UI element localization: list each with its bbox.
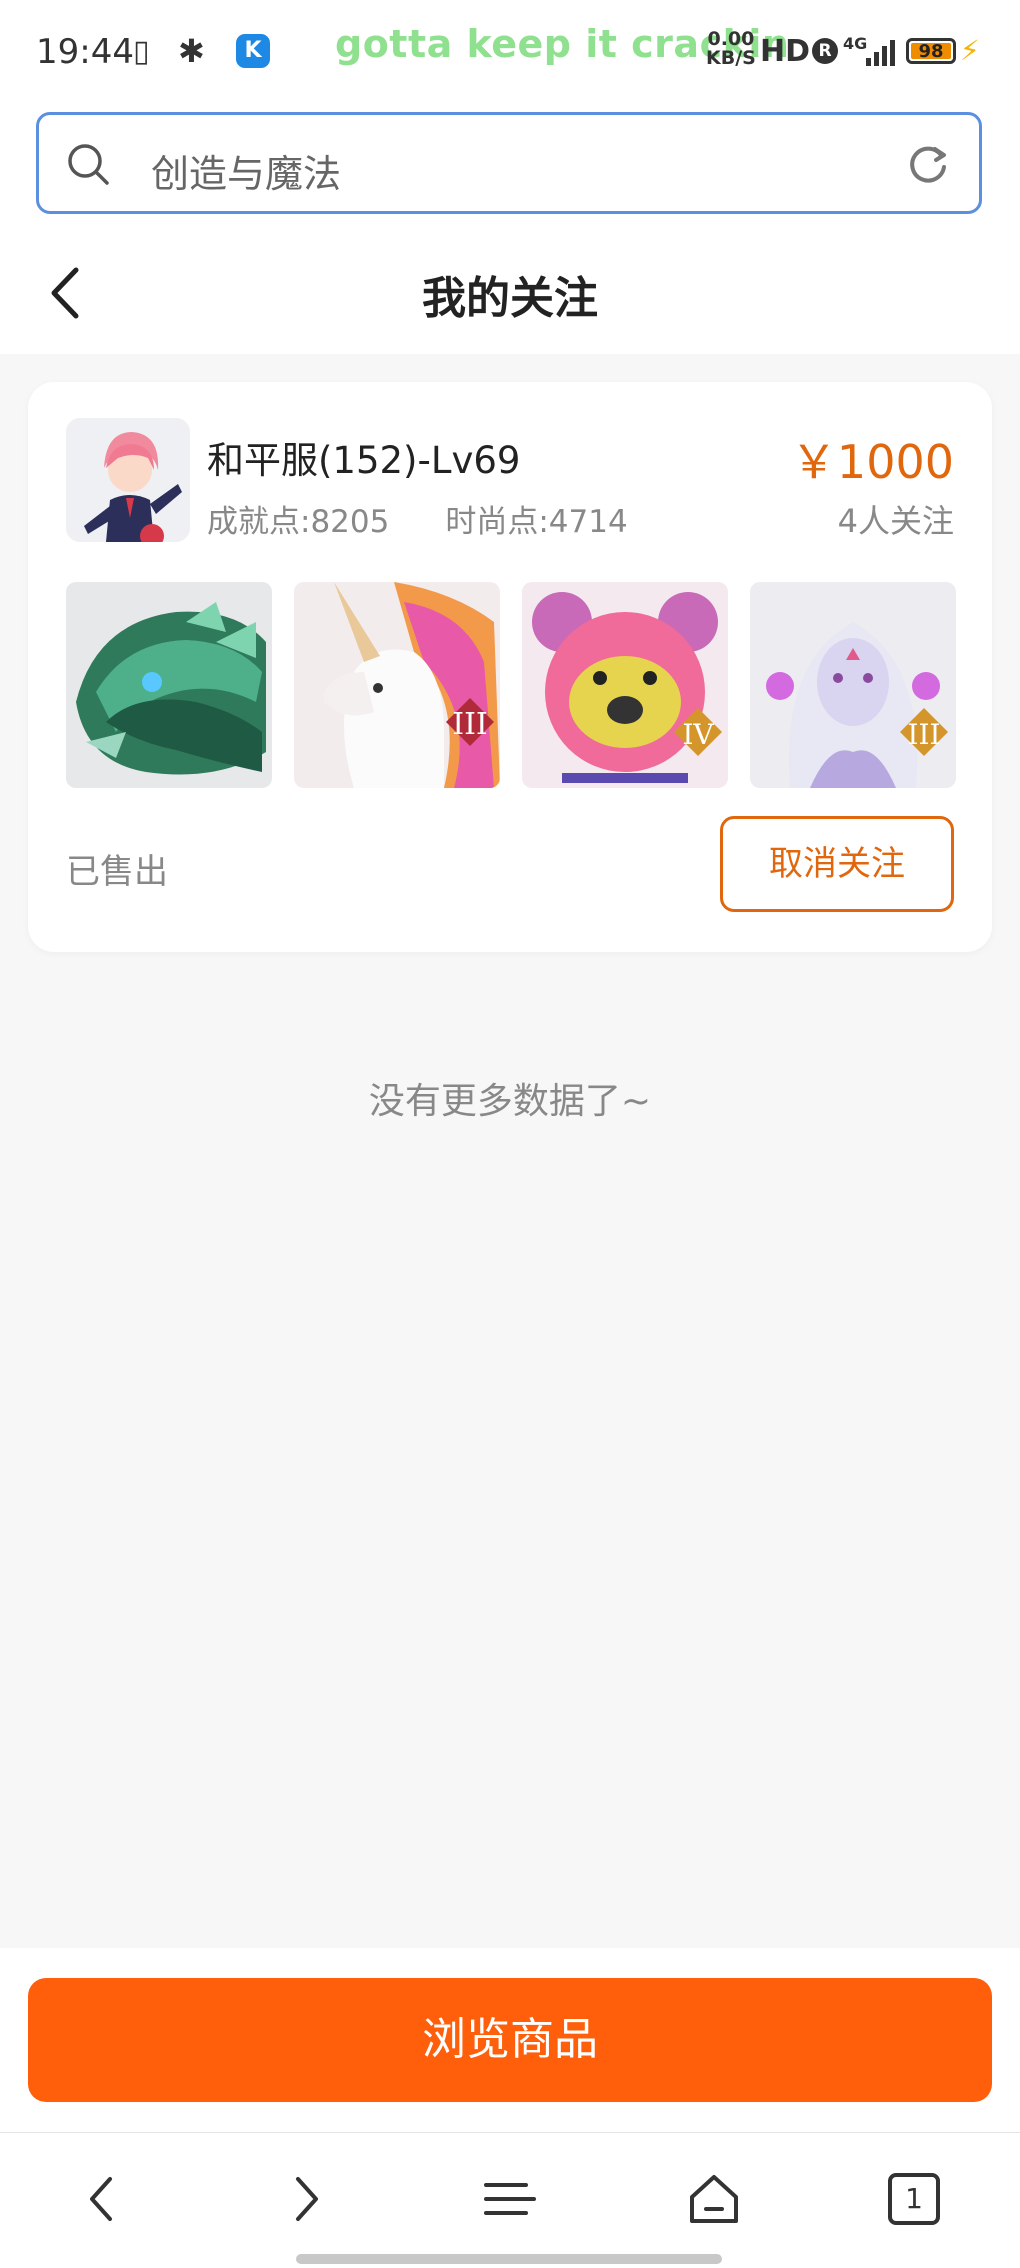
spirit-girl-image: III: [750, 582, 956, 788]
unicorn-rank-badge: III: [452, 707, 488, 742]
menu-icon[interactable]: [480, 2169, 540, 2229]
unicorn-image: III: [294, 582, 500, 788]
character-stats: 成就点:8205 时尚点:4714: [207, 496, 628, 541]
item-thumbnail-unicorn[interactable]: III: [294, 582, 500, 788]
roaming-icon: R: [812, 38, 838, 64]
spirit-girl-rank-badge: III: [907, 718, 940, 751]
browse-products-button[interactable]: 浏览商品: [28, 1978, 992, 2102]
search-bar-area: 创造与魔法: [0, 104, 1020, 228]
pink-bear-rank-badge: IV: [682, 718, 714, 751]
network-type: 4G: [843, 34, 868, 53]
nav-back-icon[interactable]: [72, 2169, 132, 2229]
charging-icon: ⚡: [960, 34, 980, 67]
pink-bear-image: IV: [522, 582, 728, 788]
server-level: 和平服(152)-Lv69: [207, 439, 521, 482]
battery-level: 98: [911, 43, 951, 61]
app-notification-icon: K: [236, 34, 270, 68]
home-icon[interactable]: [684, 2169, 744, 2229]
search-value: 创造与魔法: [151, 152, 342, 196]
unfollow-button[interactable]: 取消关注: [720, 816, 954, 912]
tabs-button[interactable]: 1: [888, 2173, 940, 2225]
bluetooth-icon: ✱: [178, 32, 205, 70]
fashion-points: 时尚点:4714: [445, 504, 628, 540]
search-input[interactable]: 创造与魔法: [36, 112, 982, 214]
network-speed: 0.00 KB/S: [706, 30, 756, 68]
home-indicator[interactable]: [296, 2254, 722, 2264]
browse-area: 浏览商品: [0, 1948, 1020, 2132]
hd-indicator: HD: [760, 34, 811, 69]
item-thumbnails: III IV III: [66, 582, 956, 788]
page-title: 我的关注: [422, 273, 598, 324]
item-thumbnail-pink-bear[interactable]: IV: [522, 582, 728, 788]
followed-listing-card[interactable]: 和平服(152)-Lv69 成就点:8205 时尚点:4714 ￥1000 4人关…: [28, 382, 992, 952]
vibrate-icon: ▯: [133, 34, 150, 69]
network-speed-unit: KB/S: [706, 47, 756, 69]
battery-icon: 98: [906, 38, 956, 64]
achievement-points: 成就点:8205: [207, 504, 390, 540]
listing-price: ￥1000: [790, 435, 954, 489]
refresh-icon[interactable]: [905, 141, 951, 187]
nav-forward-icon[interactable]: [276, 2169, 336, 2229]
search-icon: [68, 144, 109, 185]
status-time: 19:44: [36, 32, 134, 72]
dragon-image: [66, 582, 272, 788]
status-bar: 19:44 ▯ ✱ K gotta keep it crackin 0.00 K…: [0, 0, 1020, 104]
character-avatar-image: [66, 418, 190, 542]
page-header: 我的关注: [0, 228, 1020, 354]
item-thumbnail-dragon[interactable]: [66, 582, 272, 788]
signal-icon: [866, 36, 896, 66]
browser-navbar: 1: [0, 2132, 1020, 2268]
no-more-data-text: 没有更多数据了~: [368, 1081, 652, 1122]
sold-status: 已售出: [66, 852, 168, 892]
follower-count: 4人关注: [837, 502, 954, 540]
item-thumbnail-spirit-girl[interactable]: III: [750, 582, 956, 788]
character-avatar: [66, 418, 190, 542]
